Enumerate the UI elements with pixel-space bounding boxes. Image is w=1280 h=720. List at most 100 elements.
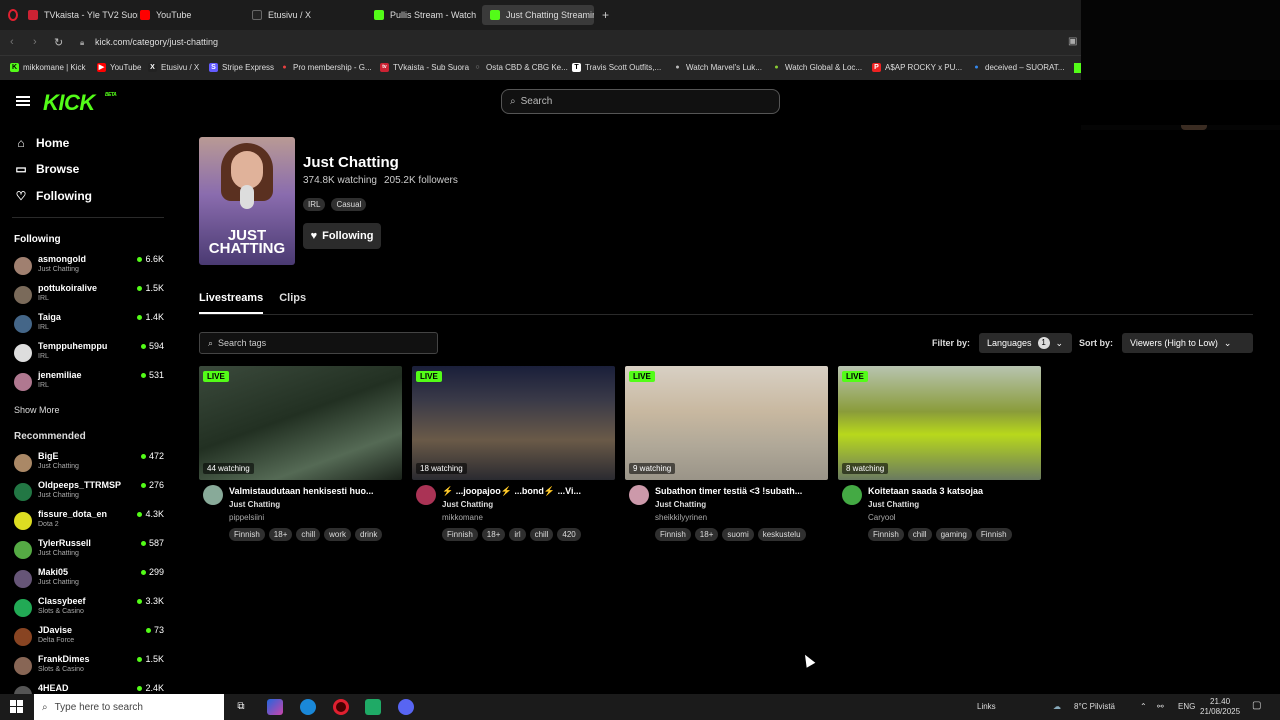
stream-title[interactable]: Koitetaan saada 3 katsojaa <box>868 486 1038 496</box>
sidebar-channel[interactable]: BigE Just Chatting 472 <box>14 450 164 478</box>
stream-tag[interactable]: suomi <box>722 528 754 541</box>
kick-icon[interactable] <box>1074 63 1081 73</box>
sidebar-channel[interactable]: Temppuhemppu IRL 594 <box>14 340 164 368</box>
bookmark-item[interactable]: ▶ YouTube <box>97 63 141 72</box>
sidebar-channel[interactable]: jenemiliae IRL 531 <box>14 369 164 397</box>
forward-icon[interactable]: › <box>33 36 37 48</box>
sidebar-toggle-icon[interactable]: ▣ <box>1068 36 1077 47</box>
sidebar-item-browse[interactable]: ▭ Browse <box>14 162 79 176</box>
stream-tag[interactable]: work <box>324 528 352 541</box>
show-more-link[interactable]: Show More <box>14 405 60 415</box>
stream-tag[interactable]: 18+ <box>268 528 293 541</box>
site-search-input[interactable]: ⌕ Search <box>501 89 780 114</box>
stream-category[interactable]: Just Chatting <box>442 500 493 509</box>
stream-category[interactable]: Just Chatting <box>655 500 706 509</box>
browser-tab-active[interactable]: Just Chatting Streaming - <box>482 5 594 25</box>
opera-logo-icon[interactable] <box>8 9 18 21</box>
stream-tag[interactable]: irl <box>509 528 526 541</box>
opera-browser-icon[interactable] <box>333 699 349 715</box>
stream-tag[interactable]: drink <box>355 528 383 541</box>
stream-card[interactable]: LIVE 8 watching Koitetaan saada 3 katsojaa… <box>838 366 1041 541</box>
tab-livestreams[interactable]: Livestreams <box>199 292 264 314</box>
streamer-name[interactable]: pippelsiini <box>229 513 264 522</box>
sort-dropdown[interactable]: Viewers (High to Low) ⌄ <box>1122 333 1253 353</box>
new-tab-icon[interactable]: + <box>602 8 609 22</box>
windows-start-icon[interactable] <box>10 700 24 714</box>
sidebar-channel[interactable]: Classybeef Slots & Casino 3.3K <box>14 595 164 623</box>
stream-title[interactable]: Subathon timer testiä <3 !subath... <box>655 486 825 496</box>
sidebar-channel[interactable]: fissure_dota_en Dota 2 4.3K <box>14 508 164 536</box>
bookmark-item[interactable]: ● Watch Marvel's Luk... <box>673 63 762 72</box>
app-icon[interactable] <box>267 699 283 715</box>
stream-tag[interactable]: Finnish <box>229 528 265 541</box>
bookmark-item[interactable]: S Stripe Express <box>209 63 274 72</box>
stream-category[interactable]: Just Chatting <box>868 500 919 509</box>
reload-icon[interactable]: ↻ <box>54 36 63 49</box>
sidebar-channel[interactable]: JDavise Delta Force 73 <box>14 624 164 652</box>
kick-logo[interactable]: KICK BETA <box>43 90 117 116</box>
sidebar-channel[interactable]: TylerRussell Just Chatting 587 <box>14 537 164 565</box>
bookmark-item[interactable]: tv TVkaista - Sub Suora <box>380 63 469 72</box>
app-icon[interactable] <box>365 699 381 715</box>
network-icon[interactable]: ⚯ <box>1157 702 1164 711</box>
stream-tag[interactable]: chill <box>529 528 554 541</box>
streamer-name[interactable]: sheikkilyyrinen <box>655 513 707 522</box>
discord-icon[interactable] <box>398 699 414 715</box>
bookmark-item[interactable]: X Etusivu / X <box>148 63 199 72</box>
stream-title[interactable]: ⚡ ...joopajoo⚡ ...bond⚡ ...Vi... <box>442 486 612 497</box>
bookmark-item[interactable]: ● Watch Global & Loc... <box>772 63 862 72</box>
language-indicator[interactable]: ENG <box>1178 702 1195 711</box>
sidebar-channel[interactable]: Maki05 Just Chatting 299 <box>14 566 164 594</box>
streamer-name[interactable]: mikkomane <box>442 513 483 522</box>
stream-tag[interactable]: 18+ <box>694 528 719 541</box>
stream-tag[interactable]: 420 <box>557 528 581 541</box>
stream-thumbnail[interactable]: LIVE 8 watching <box>838 366 1041 480</box>
back-icon[interactable]: ‹ <box>10 36 14 48</box>
clock[interactable]: 21.40 21/08/2025 <box>1200 697 1240 717</box>
sidebar-channel[interactable]: Taiga IRL 1.4K <box>14 311 164 339</box>
bookmark-item[interactable]: ● deceived – SUORAT... <box>972 63 1064 72</box>
bookmark-item[interactable]: P A$AP ROCKY x PU... <box>872 63 962 72</box>
stream-tag[interactable]: Finnish <box>975 528 1012 541</box>
site-info-icon[interactable]: 🔒︎ <box>80 38 84 48</box>
menu-icon[interactable] <box>16 96 30 106</box>
bookmark-item[interactable]: ● Pro membership - G... <box>280 63 371 72</box>
links-toolbar[interactable]: Links <box>977 702 996 711</box>
stream-tag[interactable]: chill <box>907 528 932 541</box>
stream-category[interactable]: Just Chatting <box>229 500 280 509</box>
stream-thumbnail[interactable]: LIVE 18 watching <box>412 366 615 480</box>
languages-dropdown[interactable]: Languages 1 ⌄ <box>979 333 1072 353</box>
bookmark-item[interactable]: ○ Osta CBD & CBG Ke... <box>473 63 567 72</box>
sidebar-channel[interactable]: asmongold Just Chatting 6.6K <box>14 253 164 281</box>
bookmark-item[interactable]: T Travis Scott Outfits,... <box>572 63 661 72</box>
bookmark-item[interactable]: Kmikkomane | Kick <box>10 63 86 72</box>
taskbar-search-input[interactable]: ⌕ Type here to search <box>34 694 224 720</box>
streamer-name[interactable]: Caryool <box>868 513 896 522</box>
stream-tag[interactable]: Finnish <box>442 528 478 541</box>
stream-card[interactable]: LIVE 9 watching Subathon timer testiä <3 !… <box>625 366 828 541</box>
browser-tab[interactable]: Etusivu / X <box>244 5 362 25</box>
sidebar-channel[interactable]: FrankDimes Slots & Casino 1.5K <box>14 653 164 681</box>
sidebar-item-following[interactable]: ♡ Following <box>14 189 92 203</box>
stream-card[interactable]: LIVE 18 watching ⚡ ...joopajoo⚡ ...bond⚡ .… <box>412 366 615 541</box>
avatar[interactable] <box>416 485 436 505</box>
browser-tab[interactable]: TVkaista - Yle TV2 Suora <box>20 5 138 25</box>
following-button[interactable]: ♥ Following <box>303 223 381 249</box>
stream-tag[interactable]: Finnish <box>655 528 691 541</box>
tab-clips[interactable]: Clips <box>279 292 306 314</box>
sidebar-channel[interactable]: pottukoiralive IRL 1.5K <box>14 282 164 310</box>
stream-thumbnail[interactable]: LIVE 44 watching <box>199 366 402 480</box>
notifications-icon[interactable]: ▢ <box>1252 700 1261 711</box>
stream-tag[interactable]: 18+ <box>481 528 506 541</box>
url-field[interactable]: kick.com/category/just-chatting <box>95 37 218 47</box>
browser-tab[interactable]: YouTube <box>132 5 244 25</box>
sidebar-channel[interactable]: Oldpeeps_TTRMSP Just Chatting 276 <box>14 479 164 507</box>
avatar[interactable] <box>203 485 223 505</box>
stream-tag[interactable]: Finnish <box>868 528 904 541</box>
browser-tab[interactable]: Pullis Stream - Watch <box>366 5 480 25</box>
stream-title[interactable]: Valmistaudutaan henkisesti huo... <box>229 486 399 496</box>
avatar[interactable] <box>842 485 862 505</box>
avatar[interactable] <box>629 485 649 505</box>
stream-tag[interactable]: keskustelu <box>757 528 806 541</box>
stream-tag[interactable]: chill <box>296 528 321 541</box>
